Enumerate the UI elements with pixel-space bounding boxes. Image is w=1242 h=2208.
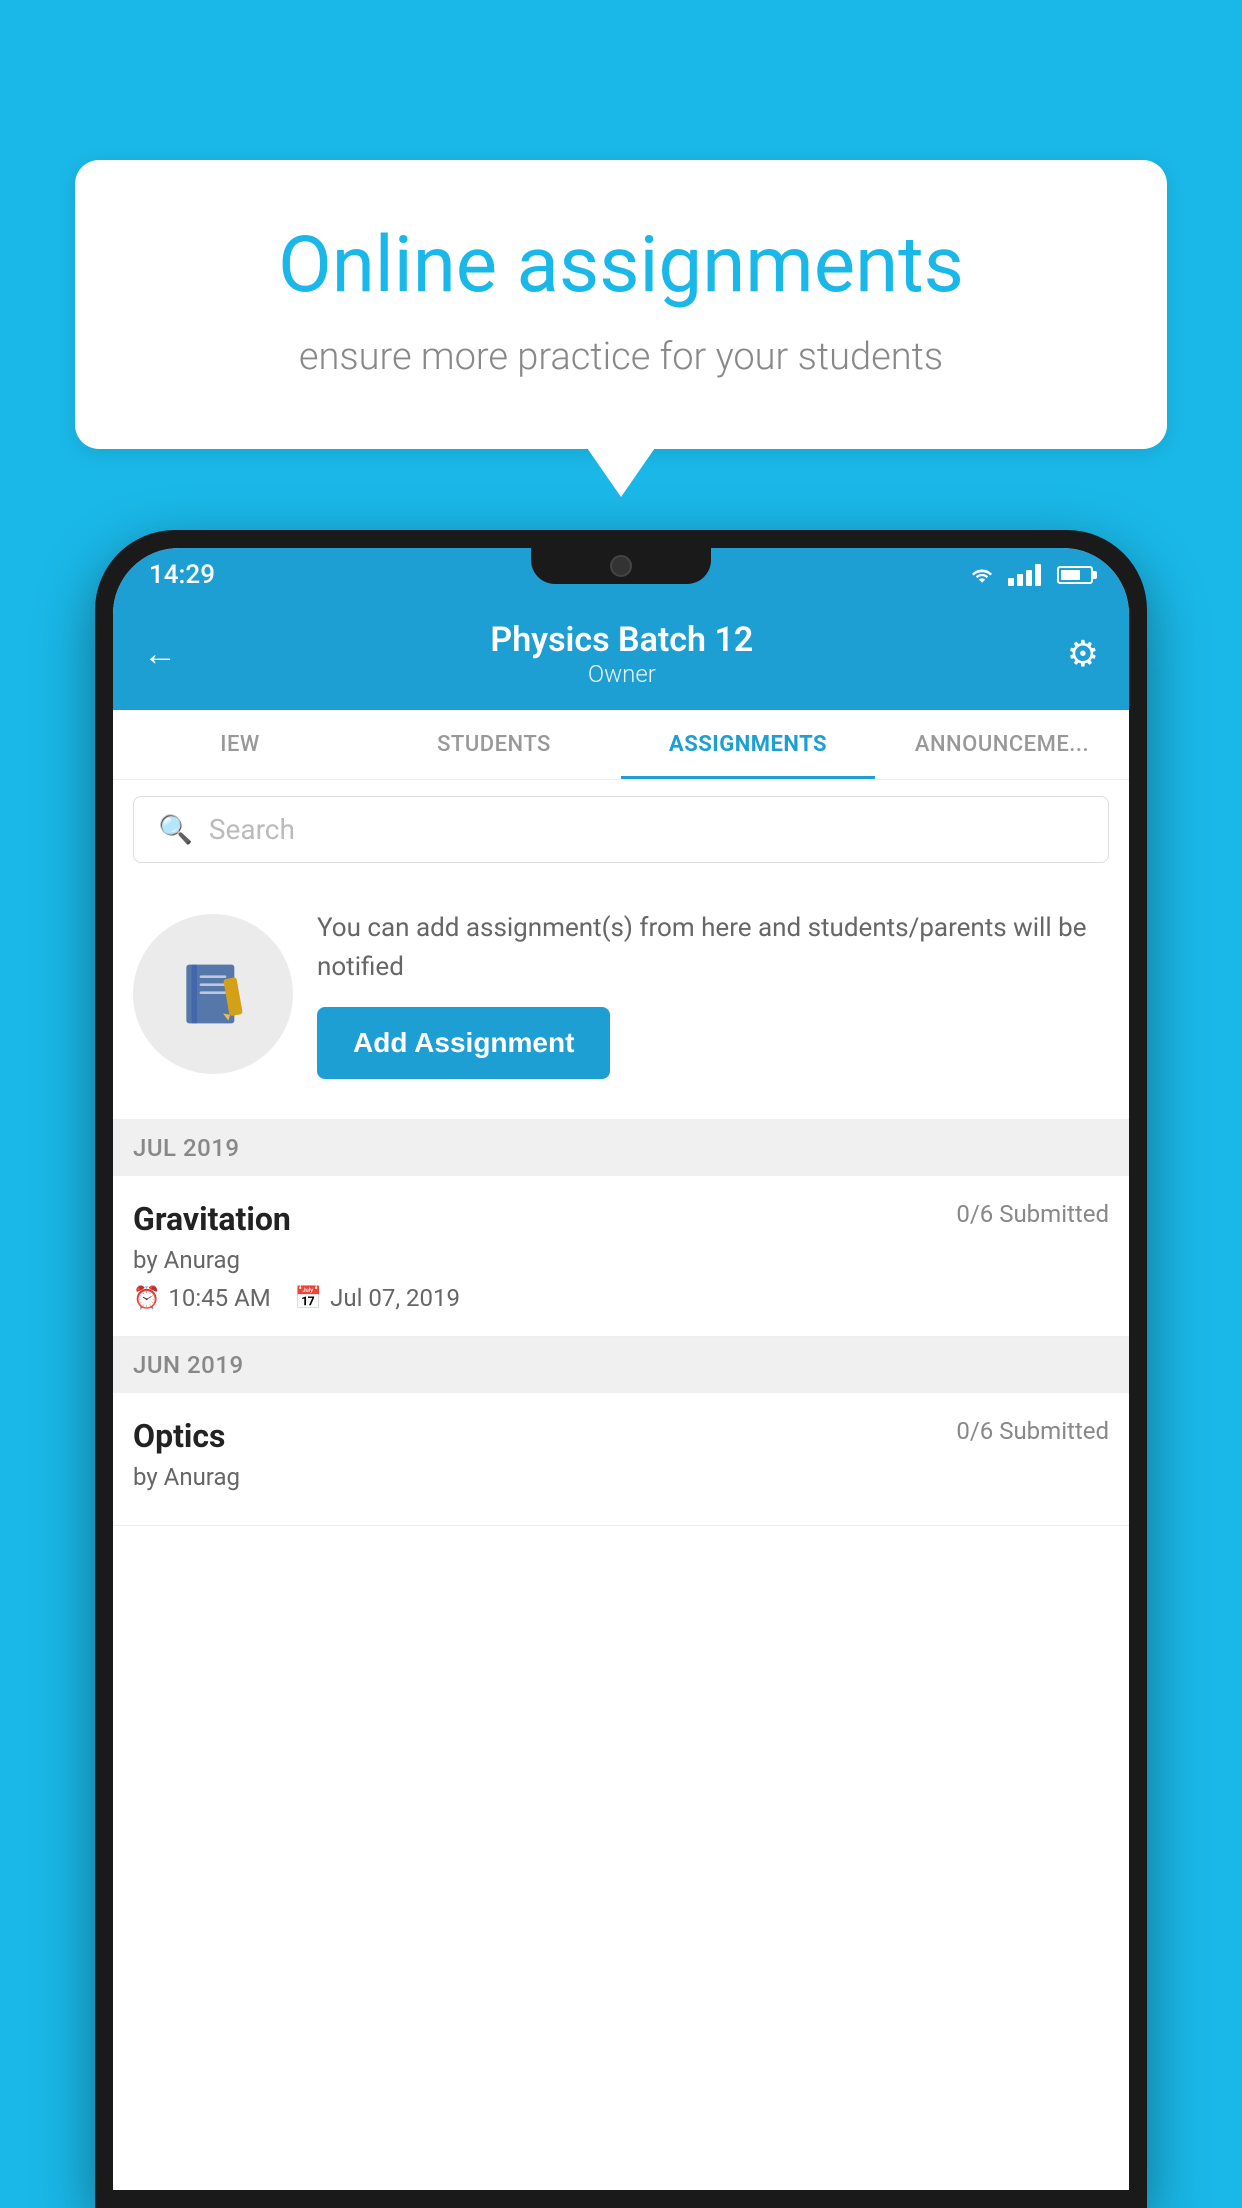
tabs-bar: IEW STUDENTS ASSIGNMENTS ANNOUNCEME... <box>113 710 1129 780</box>
assignment-author: by Anurag <box>133 1246 1109 1274</box>
content-area: 🔍 Search <box>113 780 1129 2190</box>
status-time: 14:29 <box>149 560 215 590</box>
back-button[interactable]: ← <box>143 634 177 674</box>
app-header: ← Physics Batch 12 Owner ⚙ <box>113 602 1129 710</box>
phone-camera <box>610 555 632 577</box>
wifi-icon <box>968 565 996 585</box>
phone-frame: 14:29 <box>95 530 1147 2208</box>
phone-screen: 14:29 <box>113 548 1129 2190</box>
assignment-item-optics[interactable]: Optics 0/6 Submitted by Anurag <box>113 1393 1129 1526</box>
tab-assignments[interactable]: ASSIGNMENTS <box>621 710 875 779</box>
phone-notch <box>531 548 711 584</box>
tab-announcements[interactable]: ANNOUNCEME... <box>875 710 1129 779</box>
signal-icon <box>1008 564 1041 586</box>
assignment-author-optics: by Anurag <box>133 1463 1109 1491</box>
speech-bubble-subtitle: ensure more practice for your students <box>145 335 1097 379</box>
owner-label: Owner <box>490 660 753 688</box>
calendar-icon: 📅 <box>295 1286 322 1311</box>
tab-iew[interactable]: IEW <box>113 710 367 779</box>
assignment-header-optics: Optics 0/6 Submitted <box>133 1417 1109 1455</box>
header-title: Physics Batch 12 Owner <box>490 620 753 688</box>
promo-description: You can add assignment(s) from here and … <box>317 909 1109 987</box>
clock-icon: ⏰ <box>133 1286 160 1311</box>
assignment-item-gravitation[interactable]: Gravitation 0/6 Submitted by Anurag ⏰ 10… <box>113 1176 1129 1337</box>
assignment-icon-circle <box>133 914 293 1074</box>
speech-bubble: Online assignments ensure more practice … <box>75 160 1167 449</box>
assignment-meta: ⏰ 10:45 AM 📅 Jul 07, 2019 <box>133 1284 1109 1312</box>
batch-name: Physics Batch 12 <box>490 620 753 660</box>
assignment-title-optics: Optics <box>133 1417 225 1455</box>
add-assignment-button[interactable]: Add Assignment <box>317 1007 610 1079</box>
search-bar: 🔍 Search <box>113 780 1129 879</box>
settings-icon[interactable]: ⚙ <box>1067 633 1099 675</box>
assignment-submitted-optics: 0/6 Submitted <box>956 1417 1109 1445</box>
assignment-header: Gravitation 0/6 Submitted <box>133 1200 1109 1238</box>
search-icon: 🔍 <box>158 813 193 846</box>
search-input-wrapper[interactable]: 🔍 Search <box>133 796 1109 863</box>
add-assignment-promo: You can add assignment(s) from here and … <box>113 879 1129 1120</box>
speech-bubble-container: Online assignments ensure more practice … <box>75 160 1167 449</box>
search-placeholder: Search <box>209 813 295 846</box>
notebook-icon <box>173 954 253 1034</box>
battery-icon <box>1057 566 1093 584</box>
assignment-title: Gravitation <box>133 1200 291 1238</box>
tab-students[interactable]: STUDENTS <box>367 710 621 779</box>
month-separator-jul: JUL 2019 <box>113 1120 1129 1176</box>
assignment-time: ⏰ 10:45 AM <box>133 1284 271 1312</box>
status-icons <box>968 564 1093 586</box>
month-separator-jun: JUN 2019 <box>113 1337 1129 1393</box>
assignment-date: 📅 Jul 07, 2019 <box>295 1284 460 1312</box>
promo-text-area: You can add assignment(s) from here and … <box>317 909 1109 1079</box>
assignment-submitted: 0/6 Submitted <box>956 1200 1109 1228</box>
speech-bubble-title: Online assignments <box>145 220 1097 311</box>
